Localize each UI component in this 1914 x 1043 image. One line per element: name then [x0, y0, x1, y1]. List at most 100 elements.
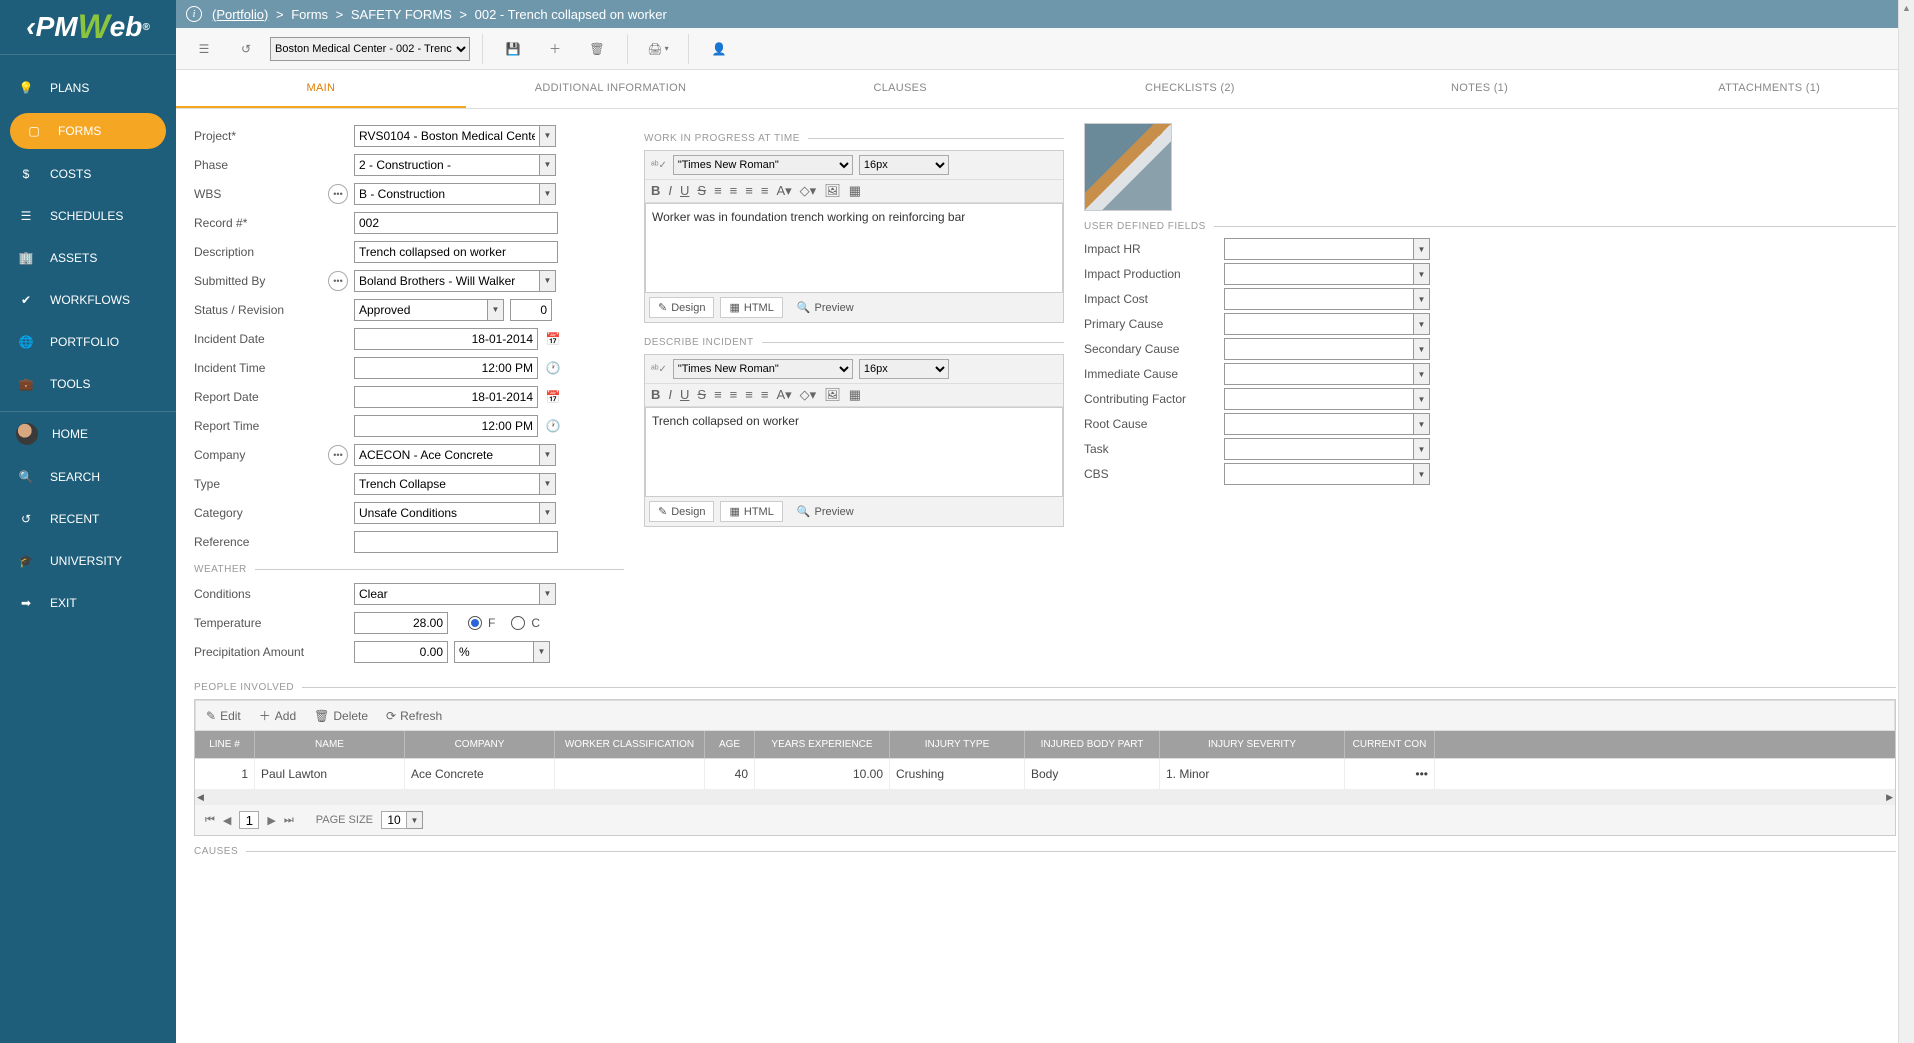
italic-icon[interactable]: I	[668, 183, 672, 199]
col-company[interactable]: COMPANY	[405, 731, 555, 758]
nav-plans[interactable]: 💡PLANS	[0, 67, 176, 109]
preview-mode-2[interactable]: 🔍 Preview	[789, 501, 862, 522]
calendar-icon[interactable]: 📅	[544, 330, 562, 348]
table-icon[interactable]: ▦	[849, 387, 861, 403]
col-severity[interactable]: INJURY SEVERITY	[1160, 731, 1345, 758]
page-size[interactable]	[381, 811, 407, 829]
history-icon[interactable]: ↺	[228, 33, 264, 65]
contributing-dropdown[interactable]: ▼	[1414, 388, 1430, 410]
col-classification[interactable]: WORKER CLASSIFICATION	[555, 731, 705, 758]
col-injury[interactable]: INJURY TYPE	[890, 731, 1025, 758]
wip-textarea[interactable]: Worker was in foundation trench working …	[645, 203, 1063, 293]
page-size-dropdown[interactable]: ▼	[407, 811, 423, 829]
cbs-field[interactable]	[1224, 463, 1414, 485]
align-justify-icon[interactable]: ≡	[761, 387, 769, 403]
design-mode[interactable]: ✎ Design	[649, 297, 714, 318]
table-icon[interactable]: ▦	[849, 183, 861, 199]
font-color-icon[interactable]: A▾	[776, 183, 791, 199]
nav-exit[interactable]: ➡EXIT	[0, 582, 176, 624]
temp-c-radio[interactable]	[511, 616, 525, 630]
underline-icon[interactable]: U	[680, 387, 689, 403]
align-left-icon[interactable]: ≡	[714, 183, 722, 199]
root-cause-field[interactable]	[1224, 413, 1414, 435]
clock-icon[interactable]: 🕐	[544, 359, 562, 377]
submitted-lookup[interactable]: •••	[328, 271, 348, 291]
conditions-field[interactable]	[354, 583, 540, 605]
hscrollbar[interactable]: ◀▶	[195, 789, 1895, 805]
strike-icon[interactable]: S	[697, 183, 706, 199]
list-icon[interactable]: ☰	[186, 33, 222, 65]
wbs-field[interactable]	[354, 183, 540, 205]
bold-icon[interactable]: B	[651, 387, 660, 403]
align-justify-icon[interactable]: ≡	[761, 183, 769, 199]
print-icon[interactable]: 🖨▾	[640, 33, 676, 65]
record-selector[interactable]: Boston Medical Center - 002 - Trenc	[270, 37, 470, 61]
italic-icon[interactable]: I	[668, 387, 672, 403]
spellcheck-icon[interactable]: ᵃᵇ✓	[651, 364, 667, 375]
html-mode-2[interactable]: ▦ HTML	[720, 501, 782, 522]
project-dropdown[interactable]: ▼	[540, 125, 556, 147]
precip-field[interactable]	[354, 641, 448, 663]
col-line[interactable]: LINE #	[195, 731, 255, 758]
col-age[interactable]: AGE	[705, 731, 755, 758]
underline-icon[interactable]: U	[680, 183, 689, 199]
pager-next[interactable]: ▶	[267, 814, 275, 827]
user-icon[interactable]: 👤	[701, 33, 737, 65]
tab-clauses[interactable]: CLAUSES	[755, 70, 1045, 108]
font-select[interactable]: "Times New Roman"	[673, 155, 853, 175]
primary-cause-field[interactable]	[1224, 313, 1414, 335]
bold-icon[interactable]: B	[651, 183, 660, 199]
add-icon[interactable]: ＋	[537, 33, 573, 65]
company-lookup[interactable]: •••	[328, 445, 348, 465]
type-field[interactable]	[354, 473, 540, 495]
company-dropdown[interactable]: ▼	[540, 444, 556, 466]
refresh-button[interactable]: ⟳ Refresh	[386, 707, 442, 724]
nav-assets[interactable]: 🏢ASSETS	[0, 237, 176, 279]
contributing-field[interactable]	[1224, 388, 1414, 410]
wbs-dropdown[interactable]: ▼	[540, 183, 556, 205]
submitted-field[interactable]	[354, 270, 540, 292]
revision-field[interactable]	[510, 299, 552, 321]
edit-button[interactable]: ✎ Edit	[206, 707, 241, 724]
nav-workflows[interactable]: ✔WORKFLOWS	[0, 279, 176, 321]
calendar-icon[interactable]: 📅	[544, 388, 562, 406]
task-dropdown[interactable]: ▼	[1414, 438, 1430, 460]
temperature-field[interactable]	[354, 612, 448, 634]
incident-photo[interactable]	[1084, 123, 1172, 211]
tab-notes[interactable]: NOTES (1)	[1335, 70, 1625, 108]
breadcrumb-safety[interactable]: SAFETY FORMS	[351, 7, 452, 22]
image-icon[interactable]: 🖼	[824, 387, 841, 403]
bg-color-icon[interactable]: ◇▾	[800, 183, 817, 199]
phase-dropdown[interactable]: ▼	[540, 154, 556, 176]
impact-cost-dropdown[interactable]: ▼	[1414, 288, 1430, 310]
impact-cost-field[interactable]	[1224, 288, 1414, 310]
nav-search[interactable]: 🔍SEARCH	[0, 456, 176, 498]
align-center-icon[interactable]: ≡	[730, 387, 738, 403]
html-mode[interactable]: ▦ HTML	[720, 297, 782, 318]
col-years[interactable]: YEARS EXPERIENCE	[755, 731, 890, 758]
type-dropdown[interactable]: ▼	[540, 473, 556, 495]
tab-additional[interactable]: ADDITIONAL INFORMATION	[466, 70, 756, 108]
cbs-dropdown[interactable]: ▼	[1414, 463, 1430, 485]
col-body[interactable]: INJURED BODY PART	[1025, 731, 1160, 758]
pager-prev[interactable]: ◀	[223, 814, 231, 827]
vscrollbar[interactable]: ▲	[1898, 0, 1914, 1043]
clock-icon[interactable]: 🕐	[544, 417, 562, 435]
immediate-cause-dropdown[interactable]: ▼	[1414, 363, 1430, 385]
category-field[interactable]	[354, 502, 540, 524]
pager-page[interactable]	[239, 811, 259, 829]
font-color-icon[interactable]: A▾	[776, 387, 791, 403]
breadcrumb-portfolio[interactable]: (Portfolio)	[212, 7, 268, 22]
nav-university[interactable]: 🎓UNIVERSITY	[0, 540, 176, 582]
delete-button[interactable]: 🗑 Delete	[314, 707, 368, 724]
design-mode-2[interactable]: ✎ Design	[649, 501, 714, 522]
impact-prod-field[interactable]	[1224, 263, 1414, 285]
impact-hr-dropdown[interactable]: ▼	[1414, 238, 1430, 260]
strike-icon[interactable]: S	[697, 387, 706, 403]
nav-schedules[interactable]: ☰SCHEDULES	[0, 195, 176, 237]
tab-main[interactable]: MAIN	[176, 70, 466, 108]
info-icon[interactable]: i	[186, 6, 202, 22]
col-condition[interactable]: CURRENT CON	[1345, 731, 1435, 758]
description-field[interactable]	[354, 241, 558, 263]
bg-color-icon[interactable]: ◇▾	[800, 387, 817, 403]
